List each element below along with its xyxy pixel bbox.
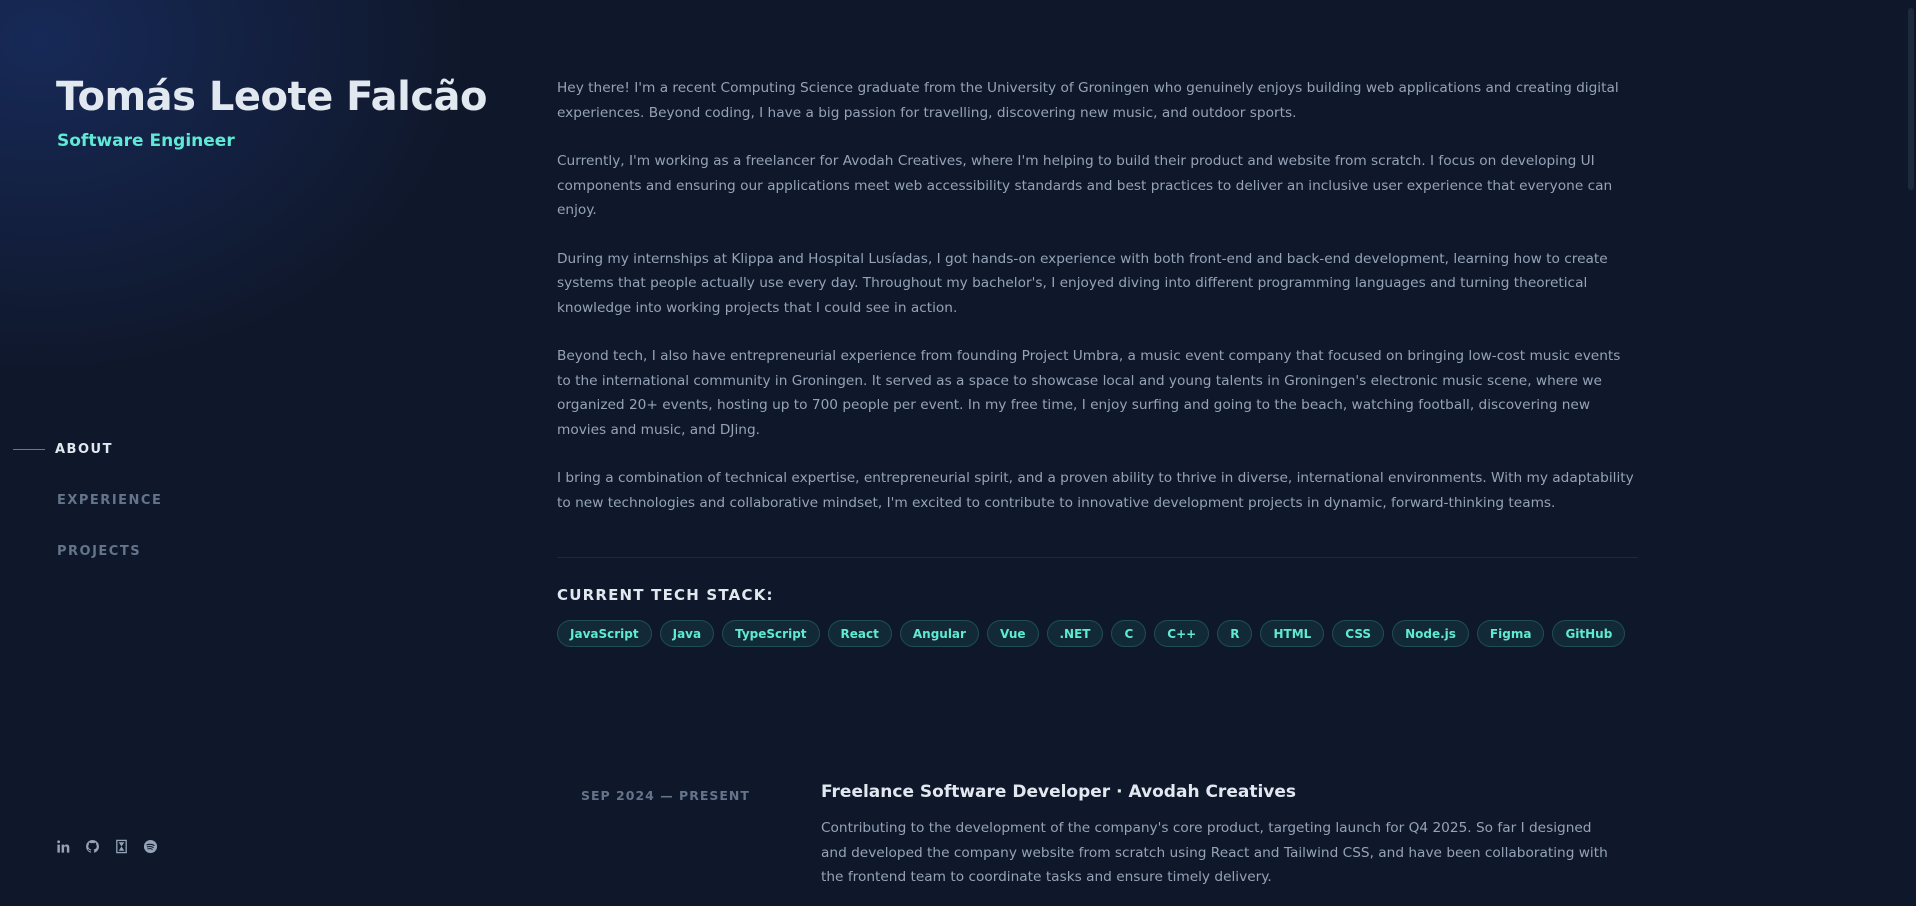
experience-item: Freelance Software Developer · Avodah Cr… xyxy=(821,782,1621,890)
tech-chip: Figma xyxy=(1476,620,1545,647)
tech-chip: TypeScript xyxy=(722,620,820,647)
tech-stack-title: CURRENT TECH STACK: xyxy=(557,586,774,604)
experience-title-link[interactable]: Freelance Software Developer · Avodah Cr… xyxy=(821,782,1621,802)
main-content: Hey there! I'm a recent Computing Scienc… xyxy=(557,76,1638,647)
experience-date: SEP 2024 — PRESENT xyxy=(581,788,750,803)
tech-chip: React xyxy=(827,620,892,647)
about-paragraph: During my internships at Klippa and Hosp… xyxy=(557,250,1608,316)
tech-chip: HTML xyxy=(1260,620,1325,647)
page: Tomás Leote Falcão Software Engineer ABO… xyxy=(0,0,1916,906)
about-paragraph: Beyond tech, I also have entrepreneurial… xyxy=(557,348,1621,438)
tech-chip: JavaScript xyxy=(557,620,652,647)
job-role: Software Engineer xyxy=(57,131,235,151)
sidebar: Tomás Leote Falcão Software Engineer ABO… xyxy=(0,0,500,906)
section-divider xyxy=(557,557,1638,558)
page-title: Tomás Leote Falcão xyxy=(56,74,488,120)
tech-stack-list: JavaScript Java TypeScript React Angular… xyxy=(557,620,1638,647)
nav-indicator-line xyxy=(13,449,45,450)
tech-chip: C++ xyxy=(1154,620,1210,647)
github-icon[interactable] xyxy=(85,839,100,854)
tech-chip: .NET xyxy=(1046,620,1104,647)
about-paragraph: I bring a combination of technical exper… xyxy=(557,470,1634,511)
scrollbar[interactable] xyxy=(1906,0,1916,906)
tech-chip: Angular xyxy=(899,620,979,647)
nav-label: PROJECTS xyxy=(57,544,142,559)
tech-chip: Node.js xyxy=(1392,620,1469,647)
linkedin-icon[interactable] xyxy=(56,839,71,854)
about-paragraph: Currently, I'm working as a freelancer f… xyxy=(557,153,1613,218)
nav-label: EXPERIENCE xyxy=(57,493,163,508)
nav-item-experience[interactable]: EXPERIENCE xyxy=(0,475,162,526)
spotify-icon[interactable] xyxy=(143,839,158,854)
about-paragraph: Hey there! I'm a recent Computing Scienc… xyxy=(557,80,1619,121)
tech-chip: Java xyxy=(659,620,715,647)
experience-description: Contributing to the development of the c… xyxy=(821,820,1608,885)
tech-chip: GitHub xyxy=(1552,620,1626,647)
nav-item-projects[interactable]: PROJECTS xyxy=(0,526,162,577)
scrollbar-thumb[interactable] xyxy=(1908,8,1914,190)
tech-chip: R xyxy=(1217,620,1253,647)
tech-chip: CSS xyxy=(1332,620,1385,647)
social-links xyxy=(56,839,158,854)
nav-item-about[interactable]: ABOUT xyxy=(0,424,162,475)
tech-chip: Vue xyxy=(986,620,1039,647)
about-section: Hey there! I'm a recent Computing Scienc… xyxy=(557,76,1638,515)
section-nav: ABOUT EXPERIENCE PROJECTS xyxy=(0,424,162,577)
nav-label: ABOUT xyxy=(55,442,113,457)
hourglass-icon[interactable] xyxy=(114,839,129,854)
tech-chip: C xyxy=(1111,620,1147,647)
